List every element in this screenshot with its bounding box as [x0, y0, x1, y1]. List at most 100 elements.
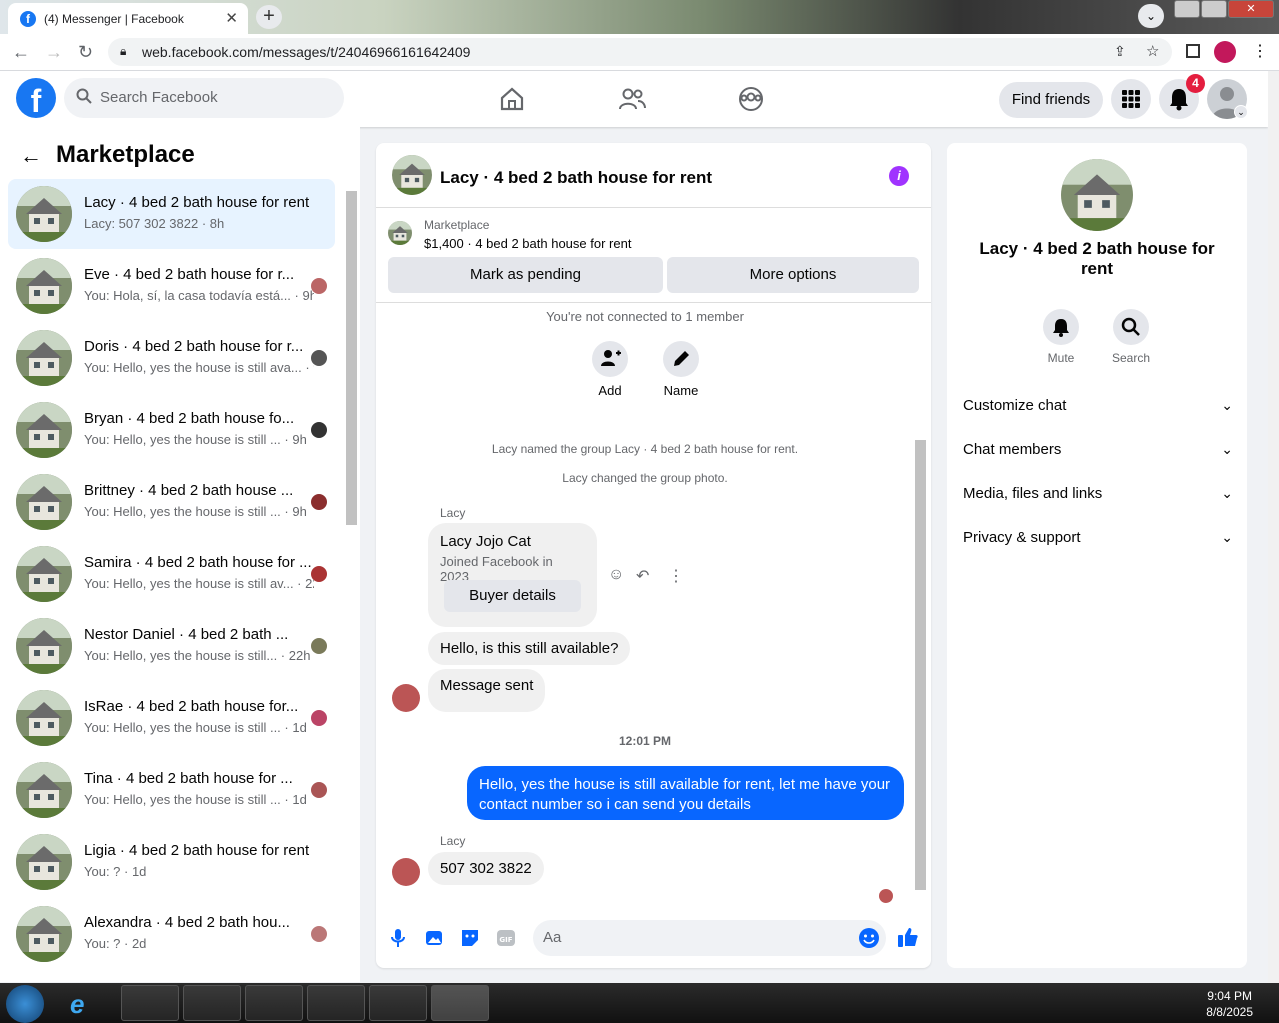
back-arrow-icon[interactable]: ← [12, 42, 30, 63]
privacy-support-item[interactable]: Privacy & support ⌄ [963, 529, 1233, 546]
system-clock[interactable]: 9:04 PM 8/8/2025 [1206, 988, 1253, 1020]
menu-kebab-icon[interactable]: ⋮ [1252, 41, 1268, 61]
home-icon[interactable] [498, 85, 526, 113]
close-window-icon[interactable]: ✕ [1228, 0, 1274, 18]
chrome-active-window-icon[interactable] [431, 985, 489, 1021]
page-scrollbar[interactable] [1268, 71, 1279, 983]
conversation-item[interactable]: Nestor Daniel · 4 bed 2 bath ... You: Hel… [8, 611, 335, 681]
file-explorer-icon[interactable] [121, 985, 179, 1021]
seen-avatar [311, 422, 327, 438]
chrome-window-icon[interactable] [369, 985, 427, 1021]
thumbs-up-icon[interactable] [897, 926, 919, 948]
message-input[interactable]: Aa [533, 920, 886, 956]
bookmark-star-icon[interactable]: ☆ [1146, 42, 1159, 60]
sender-avatar[interactable] [392, 684, 420, 712]
chat-scrollbar[interactable] [913, 306, 929, 906]
chat-avatar[interactable] [392, 155, 432, 195]
reply-icon[interactable]: ↶ [636, 566, 649, 586]
groups-icon[interactable] [737, 85, 765, 113]
forward-arrow-icon[interactable]: → [45, 42, 63, 63]
timestamp: 12:01 PM [618, 734, 672, 748]
sticker-icon[interactable] [460, 928, 480, 948]
close-tab-icon[interactable]: ✕ [225, 9, 238, 27]
search-input[interactable]: Search Facebook [64, 78, 344, 118]
conversation-item[interactable]: Alexandra · 4 bed 2 bath hou... You: ? · … [8, 899, 335, 969]
facebook-logo-icon[interactable]: f [16, 78, 56, 119]
message-bubble[interactable]: Message sent [428, 669, 546, 712]
sidebar-scroll-thumb[interactable] [346, 191, 357, 525]
group-avatar[interactable] [1061, 159, 1133, 231]
new-tab-button[interactable]: + [256, 5, 282, 29]
chat-scroll-thumb[interactable] [915, 440, 926, 890]
browser-tab[interactable]: f (4) Messenger | Facebook ✕ [8, 3, 248, 34]
message-bubble[interactable]: Hello, is this still available? [428, 632, 631, 665]
profile-avatar-icon[interactable] [1214, 41, 1236, 63]
info-icon[interactable]: i [889, 166, 909, 186]
listing-thumbnail[interactable] [388, 221, 412, 245]
more-kebab-icon[interactable]: ⋮ [668, 566, 684, 586]
conversation-name: Brittney · 4 bed 2 bath house ... [84, 482, 294, 499]
conversation-thumbnail [16, 258, 72, 314]
emoji-icon[interactable] [858, 927, 880, 949]
pencil-icon [674, 351, 689, 366]
window-controls: ⌄ ✕ [1138, 0, 1279, 28]
menu-grid-button[interactable] [1111, 79, 1151, 119]
media-files-links-item[interactable]: Media, files and links ⌄ [963, 485, 1233, 502]
maximize-icon[interactable] [1201, 0, 1227, 18]
find-friends-button[interactable]: Find friends [999, 82, 1103, 118]
conversation-item[interactable]: Doris · 4 bed 2 bath house for r... You: … [8, 323, 335, 393]
chat-members-item[interactable]: Chat members ⌄ [963, 441, 1233, 458]
conversation-item[interactable]: Lacy · 4 bed 2 bath house for rent Lacy: … [8, 179, 335, 249]
add-member-button[interactable]: Add [590, 341, 630, 398]
seen-avatar [311, 566, 327, 582]
conversation-thumbnail [16, 762, 72, 818]
minimize-icon[interactable] [1174, 0, 1200, 18]
seen-avatar [311, 350, 327, 366]
gif-icon[interactable]: GIF [496, 928, 516, 948]
conversation-item[interactable]: Samira · 4 bed 2 bath house for ... You: … [8, 539, 335, 609]
microphone-icon[interactable] [390, 928, 406, 948]
photo-icon[interactable] [424, 928, 444, 948]
sidepanel-icon[interactable] [1186, 44, 1200, 58]
mute-button[interactable]: Mute [1041, 309, 1081, 365]
facebook-header: f Search Facebook Find friends 4 ⌄ [0, 71, 1268, 127]
sender-avatar[interactable] [392, 858, 420, 886]
internet-explorer-icon[interactable]: e [70, 989, 84, 1020]
more-options-button[interactable]: More options [667, 257, 919, 293]
mark-as-pending-button[interactable]: Mark as pending [388, 257, 663, 293]
conversation-item[interactable]: Eve · 4 bed 2 bath house for r... You: Ho… [8, 251, 335, 321]
media-player-icon[interactable] [183, 985, 241, 1021]
back-arrow-icon[interactable]: ← [20, 143, 42, 169]
search-in-chat-button[interactable]: Search [1111, 309, 1151, 365]
conversation-item[interactable]: Ligia · 4 bed 2 bath house for rent You: … [8, 827, 335, 897]
chrome-icon[interactable] [245, 985, 303, 1021]
account-chevron-icon[interactable]: ⌄ [1234, 105, 1248, 119]
my-message-bubble[interactable]: Hello, yes the house is still available … [467, 766, 904, 820]
conversation-thumbnail [16, 834, 72, 890]
message-bubble[interactable]: 507 302 3822 [428, 852, 544, 885]
buyer-details-button[interactable]: Buyer details [444, 580, 581, 612]
tab-search-icon[interactable]: ⌄ [1138, 4, 1164, 28]
conversation-item[interactable]: Tina · 4 bed 2 bath house for ... You: He… [8, 755, 335, 825]
react-emoji-icon[interactable]: ☺ [608, 566, 624, 584]
conversation-item[interactable]: IsRae · 4 bed 2 bath house for... You: He… [8, 683, 335, 753]
notification-badge: 4 [1186, 74, 1205, 93]
seen-avatar [311, 926, 327, 942]
customize-chat-item[interactable]: Customize chat ⌄ [963, 397, 1233, 414]
share-icon[interactable]: ⇪ [1114, 43, 1126, 60]
conversation-item[interactable]: Bryan · 4 bed 2 bath house fo... You: Hel… [8, 395, 335, 465]
friends-icon[interactable] [618, 85, 646, 113]
chrome-profile-icon[interactable] [307, 985, 365, 1021]
url-field[interactable]: 🔒︎ web.facebook.com/messages/t/240469661… [108, 38, 1172, 66]
add-label: Add [598, 383, 622, 398]
conversation-item[interactable]: Brittney · 4 bed 2 bath house ... You: He… [8, 467, 335, 537]
item-label: Privacy & support [963, 529, 1081, 546]
reload-icon[interactable]: ↻ [78, 42, 93, 63]
start-button[interactable] [6, 985, 44, 1023]
sidebar-scrollbar[interactable] [344, 177, 358, 977]
conversation-sidebar: ← Marketplace Lacy · 4 bed 2 bath house … [0, 127, 360, 982]
chat-title[interactable]: Lacy · 4 bed 2 bath house for rent [440, 168, 712, 188]
name-group-button[interactable]: Name [661, 341, 701, 398]
conversation-name: Tina · 4 bed 2 bath house for ... [84, 770, 293, 787]
listing-title[interactable]: $1,400 · 4 bed 2 bath house for rent [424, 236, 631, 251]
